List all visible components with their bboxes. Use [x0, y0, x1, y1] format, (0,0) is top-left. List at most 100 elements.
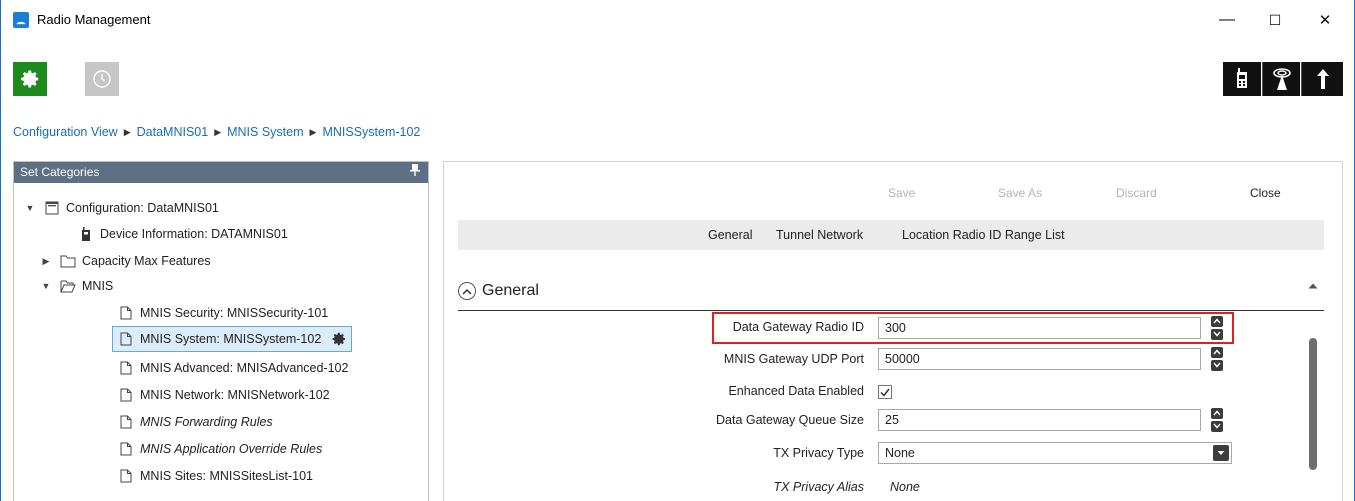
- upload-arrow-icon: [1316, 69, 1329, 89]
- mnis-gateway-udp-port-input[interactable]: 50000: [878, 348, 1201, 370]
- tree-label: MNIS Forwarding Rules: [140, 415, 273, 429]
- app-logo-icon: [13, 12, 29, 28]
- repeater-tower-icon: [1272, 68, 1291, 90]
- general-section-header: General: [458, 282, 539, 300]
- application-window: Radio Management — ☐ ✕ Configuration Vie…: [0, 0, 1355, 501]
- stepper-up-icon[interactable]: [1211, 347, 1223, 358]
- tree-label: MNIS Network: MNISNetwork-102: [140, 388, 330, 402]
- set-categories-header: Set Categories: [14, 162, 428, 183]
- breadcrumb-mnis-system[interactable]: MNIS System: [227, 125, 303, 139]
- breadcrumb-mnissystem-102[interactable]: MNISSystem-102: [322, 125, 420, 139]
- enhanced-data-enabled-label: Enhanced Data Enabled: [728, 384, 864, 398]
- tree-item-mnis-system[interactable]: MNIS System: MNISSystem-102: [112, 326, 353, 352]
- section-divider: [458, 310, 1324, 311]
- tree-label: MNIS Application Override Rules: [140, 442, 323, 456]
- data-gateway-queue-size-stepper[interactable]: [1211, 408, 1223, 432]
- close-window-button[interactable]: ✕: [1305, 6, 1345, 34]
- folder-open-icon: [60, 278, 76, 294]
- tree-label: MNIS Security: MNISSecurity-101: [140, 306, 329, 320]
- tab-location-radio-id-range-list[interactable]: Location Radio ID Range List: [902, 228, 1065, 242]
- save-button[interactable]: Save: [888, 186, 915, 200]
- save-as-button[interactable]: Save As: [998, 186, 1042, 200]
- close-button[interactable]: Close: [1250, 186, 1281, 200]
- clock-icon: [93, 70, 111, 88]
- expand-toggle-icon[interactable]: ▼: [40, 281, 52, 291]
- breadcrumb-separator-icon: ▶: [309, 126, 317, 137]
- stepper-down-icon[interactable]: [1211, 360, 1223, 371]
- scroll-up-arrow-icon[interactable]: [1308, 278, 1318, 292]
- document-icon: [118, 441, 134, 457]
- configuration-icon: [44, 200, 60, 216]
- stepper-up-icon[interactable]: [1211, 316, 1223, 327]
- radio-device-button[interactable]: [1223, 62, 1261, 96]
- checkmark-icon: [880, 388, 890, 397]
- configuration-gear-button[interactable]: [13, 62, 47, 96]
- tab-bar: General Tunnel Network Location Radio ID…: [458, 220, 1324, 250]
- device-icon: [78, 226, 94, 242]
- tree-item-configuration[interactable]: ▼ Configuration: DataMNIS01: [24, 196, 219, 220]
- data-gateway-queue-size-label: Data Gateway Queue Size: [716, 413, 864, 427]
- tree-item-mnis-security[interactable]: MNIS Security: MNISSecurity-101: [118, 301, 328, 325]
- tx-privacy-type-select[interactable]: None: [878, 442, 1232, 464]
- gear-icon[interactable]: [331, 331, 347, 347]
- scrollbar-thumb[interactable]: [1309, 338, 1317, 470]
- tab-tunnel-network[interactable]: Tunnel Network: [776, 228, 863, 242]
- stepper-up-icon[interactable]: [1211, 408, 1223, 419]
- tx-privacy-alias-value: None: [890, 480, 920, 494]
- tree-label: Device Information: DATAMNIS01: [100, 227, 288, 241]
- section-title: General: [482, 282, 539, 299]
- breadcrumb-separator-icon: ▶: [123, 126, 131, 137]
- data-gateway-radio-id-input[interactable]: 300: [878, 317, 1201, 339]
- settings-panel: Save Save As Discard Close General Tunne…: [443, 161, 1343, 501]
- data-gateway-radio-id-label: Data Gateway Radio ID: [732, 320, 864, 334]
- repeater-tower-button[interactable]: [1262, 62, 1300, 96]
- tree-item-capacity-max-features[interactable]: ▶ Capacity Max Features: [40, 249, 211, 273]
- upload-button[interactable]: [1301, 62, 1343, 96]
- breadcrumb-separator-icon: ▶: [214, 126, 222, 137]
- breadcrumb: Configuration View ▶ DataMNIS01 ▶ MNIS S…: [13, 125, 420, 139]
- title-bar: Radio Management — ☐ ✕: [1, 0, 1354, 40]
- tx-privacy-type-label: TX Privacy Type: [773, 446, 864, 460]
- set-categories-title: Set Categories: [20, 165, 100, 179]
- document-icon: [118, 331, 134, 347]
- tx-privacy-type-value: None: [885, 446, 915, 460]
- tree-label: MNIS System: MNISSystem-102: [140, 332, 322, 346]
- breadcrumb-datamnis01[interactable]: DataMNIS01: [137, 125, 209, 139]
- set-categories-panel: Set Categories ▼ Configuration: DataMNIS…: [13, 161, 429, 501]
- tree-item-mnis-application-override-rules[interactable]: MNIS Application Override Rules: [118, 437, 322, 461]
- document-icon: [118, 468, 134, 484]
- dropdown-arrow-icon[interactable]: [1213, 445, 1229, 461]
- tx-privacy-alias-label: TX Privacy Alias: [773, 480, 864, 494]
- tree-item-device-information[interactable]: Device Information: DATAMNIS01: [78, 222, 288, 246]
- tree-item-mnis-advanced[interactable]: MNIS Advanced: MNISAdvanced-102: [118, 356, 348, 380]
- discard-button[interactable]: Discard: [1116, 186, 1157, 200]
- breadcrumb-configuration-view[interactable]: Configuration View: [13, 125, 118, 139]
- pin-icon[interactable]: [410, 164, 420, 179]
- minimize-button[interactable]: —: [1207, 6, 1247, 34]
- stepper-down-icon[interactable]: [1211, 329, 1223, 340]
- mnis-gateway-udp-port-stepper[interactable]: [1211, 347, 1223, 371]
- tree-item-mnis-forwarding-rules[interactable]: MNIS Forwarding Rules: [118, 410, 273, 434]
- data-gateway-queue-size-input[interactable]: 25: [878, 409, 1201, 431]
- gear-icon: [21, 70, 39, 88]
- collapse-chevron-up-icon[interactable]: [458, 282, 476, 300]
- tree-item-mnis-sites[interactable]: MNIS Sites: MNISSitesList-101: [118, 464, 313, 488]
- history-clock-button[interactable]: [85, 62, 119, 96]
- enhanced-data-enabled-checkbox[interactable]: [878, 385, 892, 399]
- tree-label: MNIS Advanced: MNISAdvanced-102: [140, 361, 349, 375]
- tab-general[interactable]: General: [708, 228, 752, 242]
- data-gateway-radio-id-stepper[interactable]: [1211, 316, 1223, 340]
- tree-item-mnis[interactable]: ▼ MNIS: [40, 274, 114, 298]
- expand-toggle-icon[interactable]: ▶: [40, 256, 52, 267]
- maximize-button[interactable]: ☐: [1255, 6, 1295, 34]
- vertical-scrollbar[interactable]: [1306, 276, 1320, 501]
- document-icon: [118, 305, 134, 321]
- document-icon: [118, 387, 134, 403]
- mnis-gateway-udp-port-label: MNIS Gateway UDP Port: [723, 352, 864, 366]
- tree-label: MNIS Sites: MNISSitesList-101: [140, 469, 313, 483]
- document-icon: [118, 414, 134, 430]
- radio-device-icon: [1237, 68, 1247, 88]
- expand-toggle-icon[interactable]: ▼: [24, 203, 36, 213]
- tree-item-mnis-network[interactable]: MNIS Network: MNISNetwork-102: [118, 383, 330, 407]
- stepper-down-icon[interactable]: [1211, 421, 1223, 432]
